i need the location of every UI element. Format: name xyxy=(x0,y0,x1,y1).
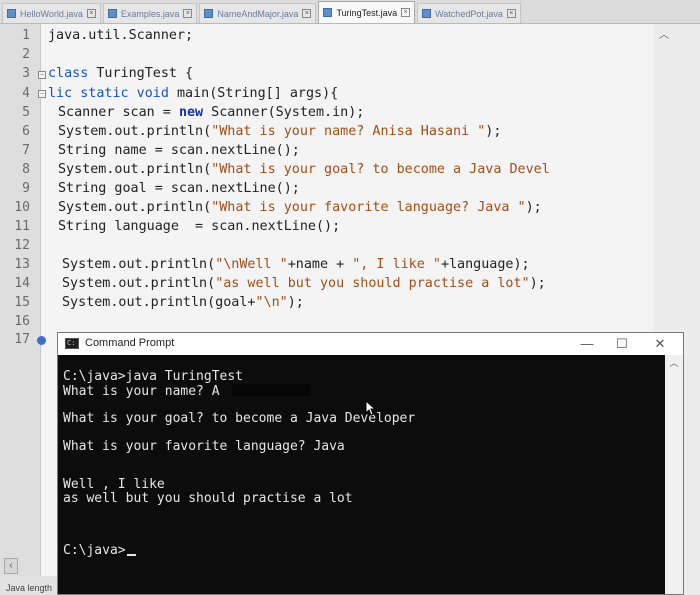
tab-helloworld[interactable]: HelloWorld.java × xyxy=(2,3,101,23)
code-string: "\nWell " xyxy=(215,257,288,272)
close-icon[interactable]: × xyxy=(506,9,516,18)
line-number: 3 xyxy=(22,66,30,81)
chevron-left-icon[interactable]: ‹ xyxy=(4,558,18,574)
mouse-pointer-icon xyxy=(365,400,377,416)
line-number: 2 xyxy=(22,47,30,62)
line-number: 13 xyxy=(14,257,30,272)
redaction-mark xyxy=(232,384,310,396)
tab-watchedpot[interactable]: WatchedPot.java × xyxy=(417,3,521,23)
window-title: Command Prompt xyxy=(85,337,175,349)
code-line[interactable]: System.out.println("What is your name? A… xyxy=(58,122,501,141)
command-prompt-window[interactable]: C: Command Prompt — ☐ ✕ C:\java>java Tur… xyxy=(57,332,684,595)
line-number: 9 xyxy=(22,181,30,196)
terminal-prompt[interactable]: C:\java> xyxy=(63,543,136,558)
code-line[interactable]: String name = scan.nextLine(); xyxy=(58,141,300,160)
line-number: 17 xyxy=(14,332,30,347)
java-file-icon xyxy=(422,9,432,18)
code-string: ", I like " xyxy=(352,257,441,272)
terminal-line: What is your favorite language? Java xyxy=(63,439,345,454)
tab-label: HelloWorld.java xyxy=(20,8,83,19)
editor-tab-bar: HelloWorld.java × Examples.java × NameAndM… xyxy=(0,0,700,24)
line-number: 4 xyxy=(22,86,30,101)
code-line[interactable]: lic static void main(String[] args){ xyxy=(48,84,338,103)
line-number: 10 xyxy=(14,200,30,215)
terminal-line: as well but you should practise a lot xyxy=(63,491,353,506)
line-number: 5 xyxy=(22,105,30,120)
terminal-scrollbar[interactable] xyxy=(665,355,683,594)
line-number: 8 xyxy=(22,162,30,177)
text-cursor xyxy=(126,554,136,556)
code-line[interactable]: System.out.println("\nWell "+name + ", I… xyxy=(62,255,530,274)
code-string: "What is your favorite language? Java " xyxy=(211,200,526,215)
code-line[interactable]: System.out.println("as well but you shou… xyxy=(62,274,546,293)
breakpoint-icon[interactable] xyxy=(37,336,46,345)
code-string: "What is your goal? to become a Java Dev… xyxy=(211,162,550,177)
close-icon[interactable]: × xyxy=(183,9,193,18)
code-line[interactable]: System.out.println(goal+"\n"); xyxy=(62,293,304,312)
close-icon[interactable]: × xyxy=(401,8,411,17)
minimize-button[interactable]: — xyxy=(573,334,601,354)
status-text: Java length xyxy=(6,583,53,593)
code-line[interactable]: java.util.Scanner; xyxy=(48,26,193,45)
line-number: 12 xyxy=(14,238,30,253)
code-string: "What is your name? Anisa Hasani " xyxy=(211,124,486,139)
code-string: "\n" xyxy=(255,295,288,310)
line-number: 1 xyxy=(22,28,30,43)
tab-turingtest[interactable]: TuringTest.java × xyxy=(318,1,416,23)
ide-window: HelloWorld.java × Examples.java × NameAndM… xyxy=(0,0,700,595)
java-file-icon xyxy=(204,9,214,18)
code-line[interactable]: String language = scan.nextLine(); xyxy=(58,217,340,236)
fold-icon[interactable]: − xyxy=(38,90,46,98)
code-string: "as well but you should practise a lot" xyxy=(215,276,530,291)
tab-label: Examples.java xyxy=(120,8,180,19)
line-number: 7 xyxy=(22,143,30,158)
code-line[interactable]: String goal = scan.nextLine(); xyxy=(58,179,300,198)
close-icon[interactable]: × xyxy=(86,9,96,18)
command-prompt-titlebar[interactable]: C: Command Prompt — ☐ ✕ xyxy=(58,333,683,356)
chevron-up-icon[interactable]: ︿ xyxy=(665,357,683,369)
maximize-button[interactable]: ☐ xyxy=(608,334,636,354)
code-keyword: new xyxy=(178,105,204,120)
close-icon[interactable]: × xyxy=(302,9,312,18)
code-line[interactable]: class TuringTest { xyxy=(48,64,193,83)
tab-nameandmajor[interactable]: NameAndMajor.java × xyxy=(199,3,317,23)
code-keyword: class xyxy=(48,66,89,81)
terminal-line: Well , I like xyxy=(63,477,165,492)
code-line[interactable]: System.out.println("What is your goal? t… xyxy=(58,160,550,179)
terminal-output[interactable]: C:\java>java TuringTest What is your nam… xyxy=(58,355,665,594)
chevron-up-icon[interactable]: ︿ xyxy=(658,30,670,42)
code-line[interactable]: System.out.println("What is your favorit… xyxy=(58,198,542,217)
tab-label: NameAndMajor.java xyxy=(217,8,299,19)
line-number: 6 xyxy=(22,124,30,139)
java-file-icon xyxy=(7,9,16,18)
terminal-line: C:\java>java TuringTest xyxy=(63,369,244,384)
code-line[interactable]: Scanner scan = new Scanner(System.in); xyxy=(58,103,364,122)
line-number: 11 xyxy=(14,219,30,234)
java-file-icon xyxy=(107,9,117,18)
terminal-line: What is your goal? to become a Java Deve… xyxy=(63,411,416,426)
tab-examples[interactable]: Examples.java × xyxy=(102,3,198,23)
java-file-icon xyxy=(323,8,333,17)
code-keyword: lic static void xyxy=(48,86,169,101)
tab-label: WatchedPot.java xyxy=(435,8,503,19)
line-number: 14 xyxy=(14,276,30,291)
tab-label: TuringTest.java xyxy=(336,7,398,18)
line-number: 15 xyxy=(14,295,30,310)
prompt-text: C:\java> xyxy=(63,543,126,558)
terminal-icon: C: xyxy=(65,338,79,349)
fold-icon[interactable]: − xyxy=(38,71,46,79)
line-number: 16 xyxy=(14,314,30,329)
close-button[interactable]: ✕ xyxy=(646,334,674,354)
